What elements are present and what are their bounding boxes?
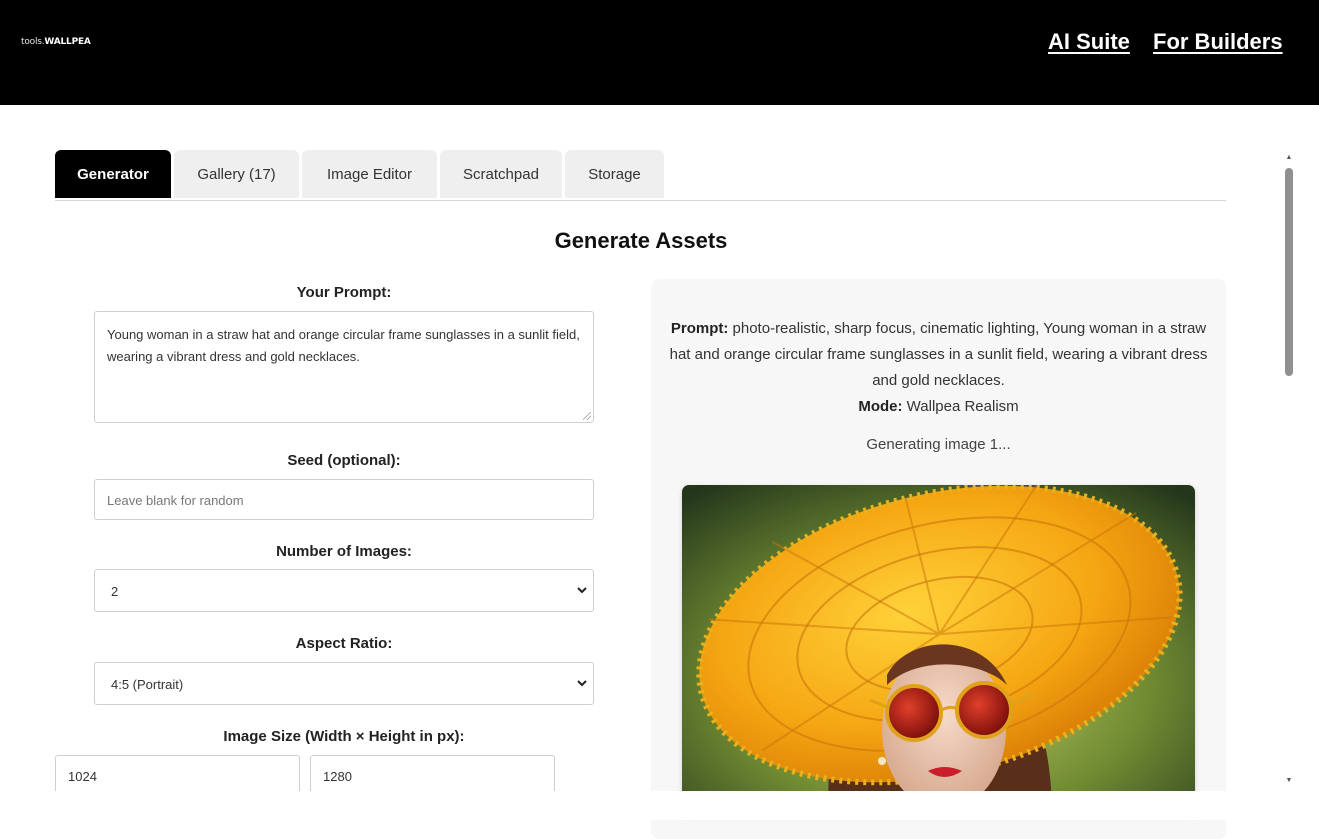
image-size-label: Image Size (Width × Height in px): (223, 728, 465, 745)
result-prompt-text: photo-realistic, sharp focus, cinematic … (669, 320, 1208, 389)
num-images-label: Number of Images: (276, 543, 412, 560)
result-prompt-key: Prompt: (670, 320, 729, 337)
resize-handle-icon[interactable] (583, 412, 591, 420)
page-title: Generate Assets (554, 228, 728, 253)
seed-input[interactable]: Leave blank for random (94, 479, 594, 520)
tab-image-editor[interactable]: Image Editor (302, 150, 437, 198)
logo-prefix: tools. (21, 37, 45, 47)
num-images-value: 2 (111, 584, 119, 599)
tab-divider (55, 200, 1226, 201)
prompt-text: Young woman in a straw hat and orange ci… (107, 327, 580, 364)
top-navigation-bar: tools.WALLPEA AI Suite For Builders (0, 0, 1319, 105)
site-logo[interactable]: tools.WALLPEA (21, 37, 91, 47)
height-value: 1280 (323, 769, 352, 784)
aspect-ratio-select[interactable]: 4:5 (Portrait) (94, 662, 594, 705)
nav-link-ai-suite[interactable]: AI Suite (1048, 29, 1130, 55)
width-value: 1024 (68, 769, 97, 784)
result-mode-text: Wallpea Realism (906, 398, 1019, 415)
seed-placeholder: Leave blank for random (107, 493, 244, 508)
prompt-textarea[interactable]: Young woman in a straw hat and orange ci… (94, 311, 594, 423)
num-images-select[interactable]: 2 (94, 569, 594, 612)
tab-generator[interactable]: Generator (55, 150, 171, 198)
aspect-ratio-value: 4:5 (Portrait) (111, 677, 184, 692)
result-mode-key: Mode: (858, 398, 903, 415)
scrollbar-thumb[interactable] (1285, 168, 1293, 376)
prompt-label: Your Prompt: (296, 284, 392, 301)
logo-brand: WALLPEA (44, 37, 91, 47)
nav-link-for-builders[interactable]: For Builders (1153, 29, 1283, 55)
tab-scratchpad[interactable]: Scratchpad (440, 150, 562, 198)
scroll-up-arrow-icon[interactable]: ▲ (1284, 153, 1294, 163)
generation-status: Generating image 1... (866, 436, 1011, 453)
result-info: Prompt: photo-realistic, sharp focus, ci… (665, 316, 1212, 420)
viewport-edge (0, 791, 1319, 820)
seed-label: Seed (optional): (287, 452, 401, 469)
tab-storage[interactable]: Storage (565, 150, 664, 198)
aspect-ratio-label: Aspect Ratio: (295, 635, 393, 652)
tab-gallery[interactable]: Gallery (17) (174, 150, 299, 198)
chevron-down-icon (577, 570, 587, 613)
generated-image[interactable] (682, 485, 1195, 815)
tab-bar: Generator Gallery (17) Image Editor Scra… (55, 150, 664, 198)
chevron-down-icon (577, 663, 587, 706)
scroll-down-arrow-icon[interactable]: ▼ (1284, 776, 1294, 786)
